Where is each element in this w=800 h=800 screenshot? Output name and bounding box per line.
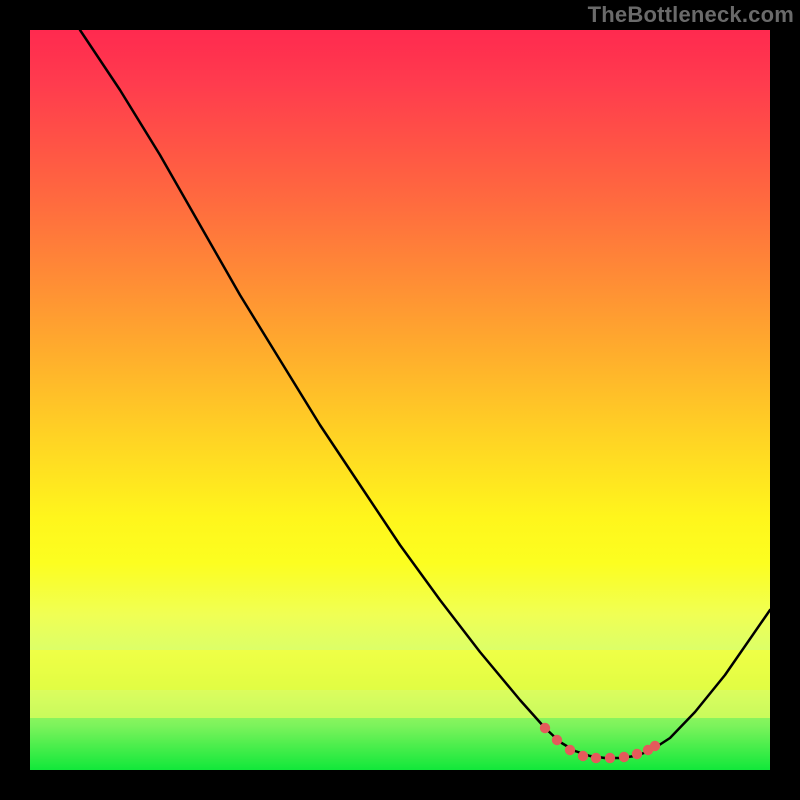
chart-container: TheBottleneck.com	[0, 0, 800, 800]
dots-group	[540, 723, 660, 763]
dot-point	[605, 753, 615, 763]
dot-point	[565, 745, 575, 755]
plot-area	[30, 30, 770, 770]
dot-point	[650, 741, 660, 751]
dots-svg	[30, 30, 770, 770]
dot-point	[552, 735, 562, 745]
dot-point	[578, 751, 588, 761]
watermark-text: TheBottleneck.com	[588, 2, 794, 28]
dot-point	[591, 753, 601, 763]
dot-point	[632, 749, 642, 759]
dot-point	[619, 752, 629, 762]
dot-point	[540, 723, 550, 733]
